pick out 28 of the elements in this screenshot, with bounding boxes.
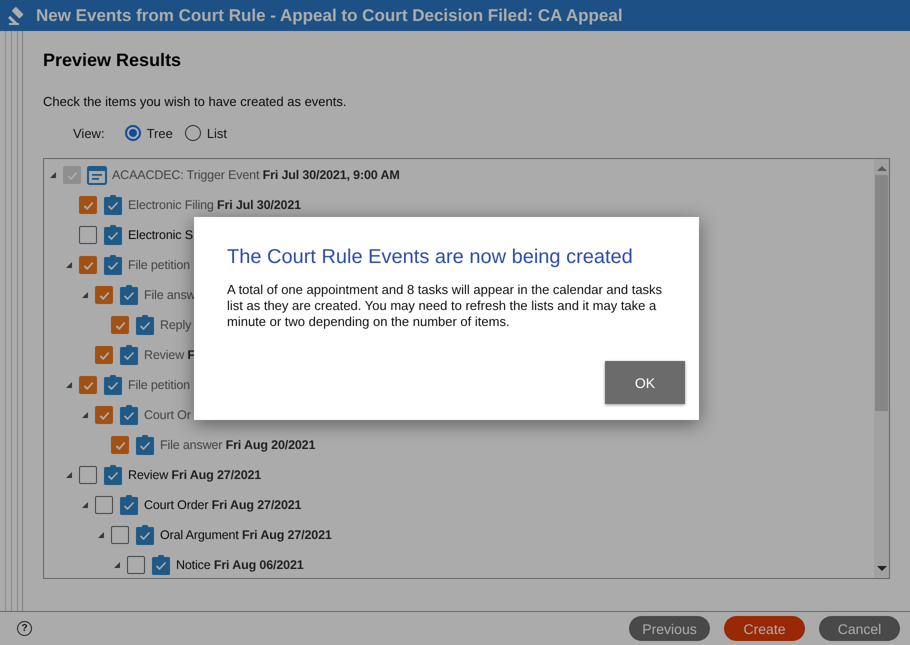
footer-button[interactable]: Previous <box>629 616 710 641</box>
clipboard-check-icon <box>151 554 171 576</box>
clipboard-check-icon <box>103 254 123 276</box>
clipboard-check-icon <box>103 464 123 486</box>
instruction-text: Check the items you wish to have created as events. <box>43 94 348 109</box>
view-label: View: <box>73 126 105 140</box>
clipboard-check-icon <box>103 224 123 246</box>
help-icon[interactable]: ? <box>17 621 32 636</box>
clipboard-check-icon <box>135 524 155 546</box>
clipboard-check-icon <box>119 284 139 306</box>
clipboard-check-icon <box>103 374 123 396</box>
clipboard-check-icon <box>119 404 139 426</box>
ok-button[interactable]: OK <box>605 361 685 404</box>
modal-title: The Court Rule Events are now being created <box>227 246 634 269</box>
footer-button[interactable]: Cancel <box>819 616 900 641</box>
view-radio[interactable]: Tree <box>124 125 173 141</box>
view-radio[interactable]: List <box>184 125 228 141</box>
page-heading: Preview Results <box>43 50 182 71</box>
clipboard-check-icon <box>135 434 155 456</box>
modal-message: A total of one appointment and 8 tasks will appear in the calendar and tasks list as they are created. You may need to refresh the lists and it may take a minute or two depending on the number of items. <box>227 282 664 330</box>
clipboard-check-icon <box>119 494 139 516</box>
create-button[interactable]: Create <box>724 616 805 641</box>
clipboard-check-icon <box>119 344 139 366</box>
scrollbar[interactable] <box>874 159 889 578</box>
calendar-icon <box>87 164 107 186</box>
window-title: New Events from Court Rule - Appeal to Court Decision Filed: CA Appeal <box>36 6 623 26</box>
clipboard-check-icon <box>135 314 155 336</box>
clipboard-check-icon <box>103 194 123 216</box>
